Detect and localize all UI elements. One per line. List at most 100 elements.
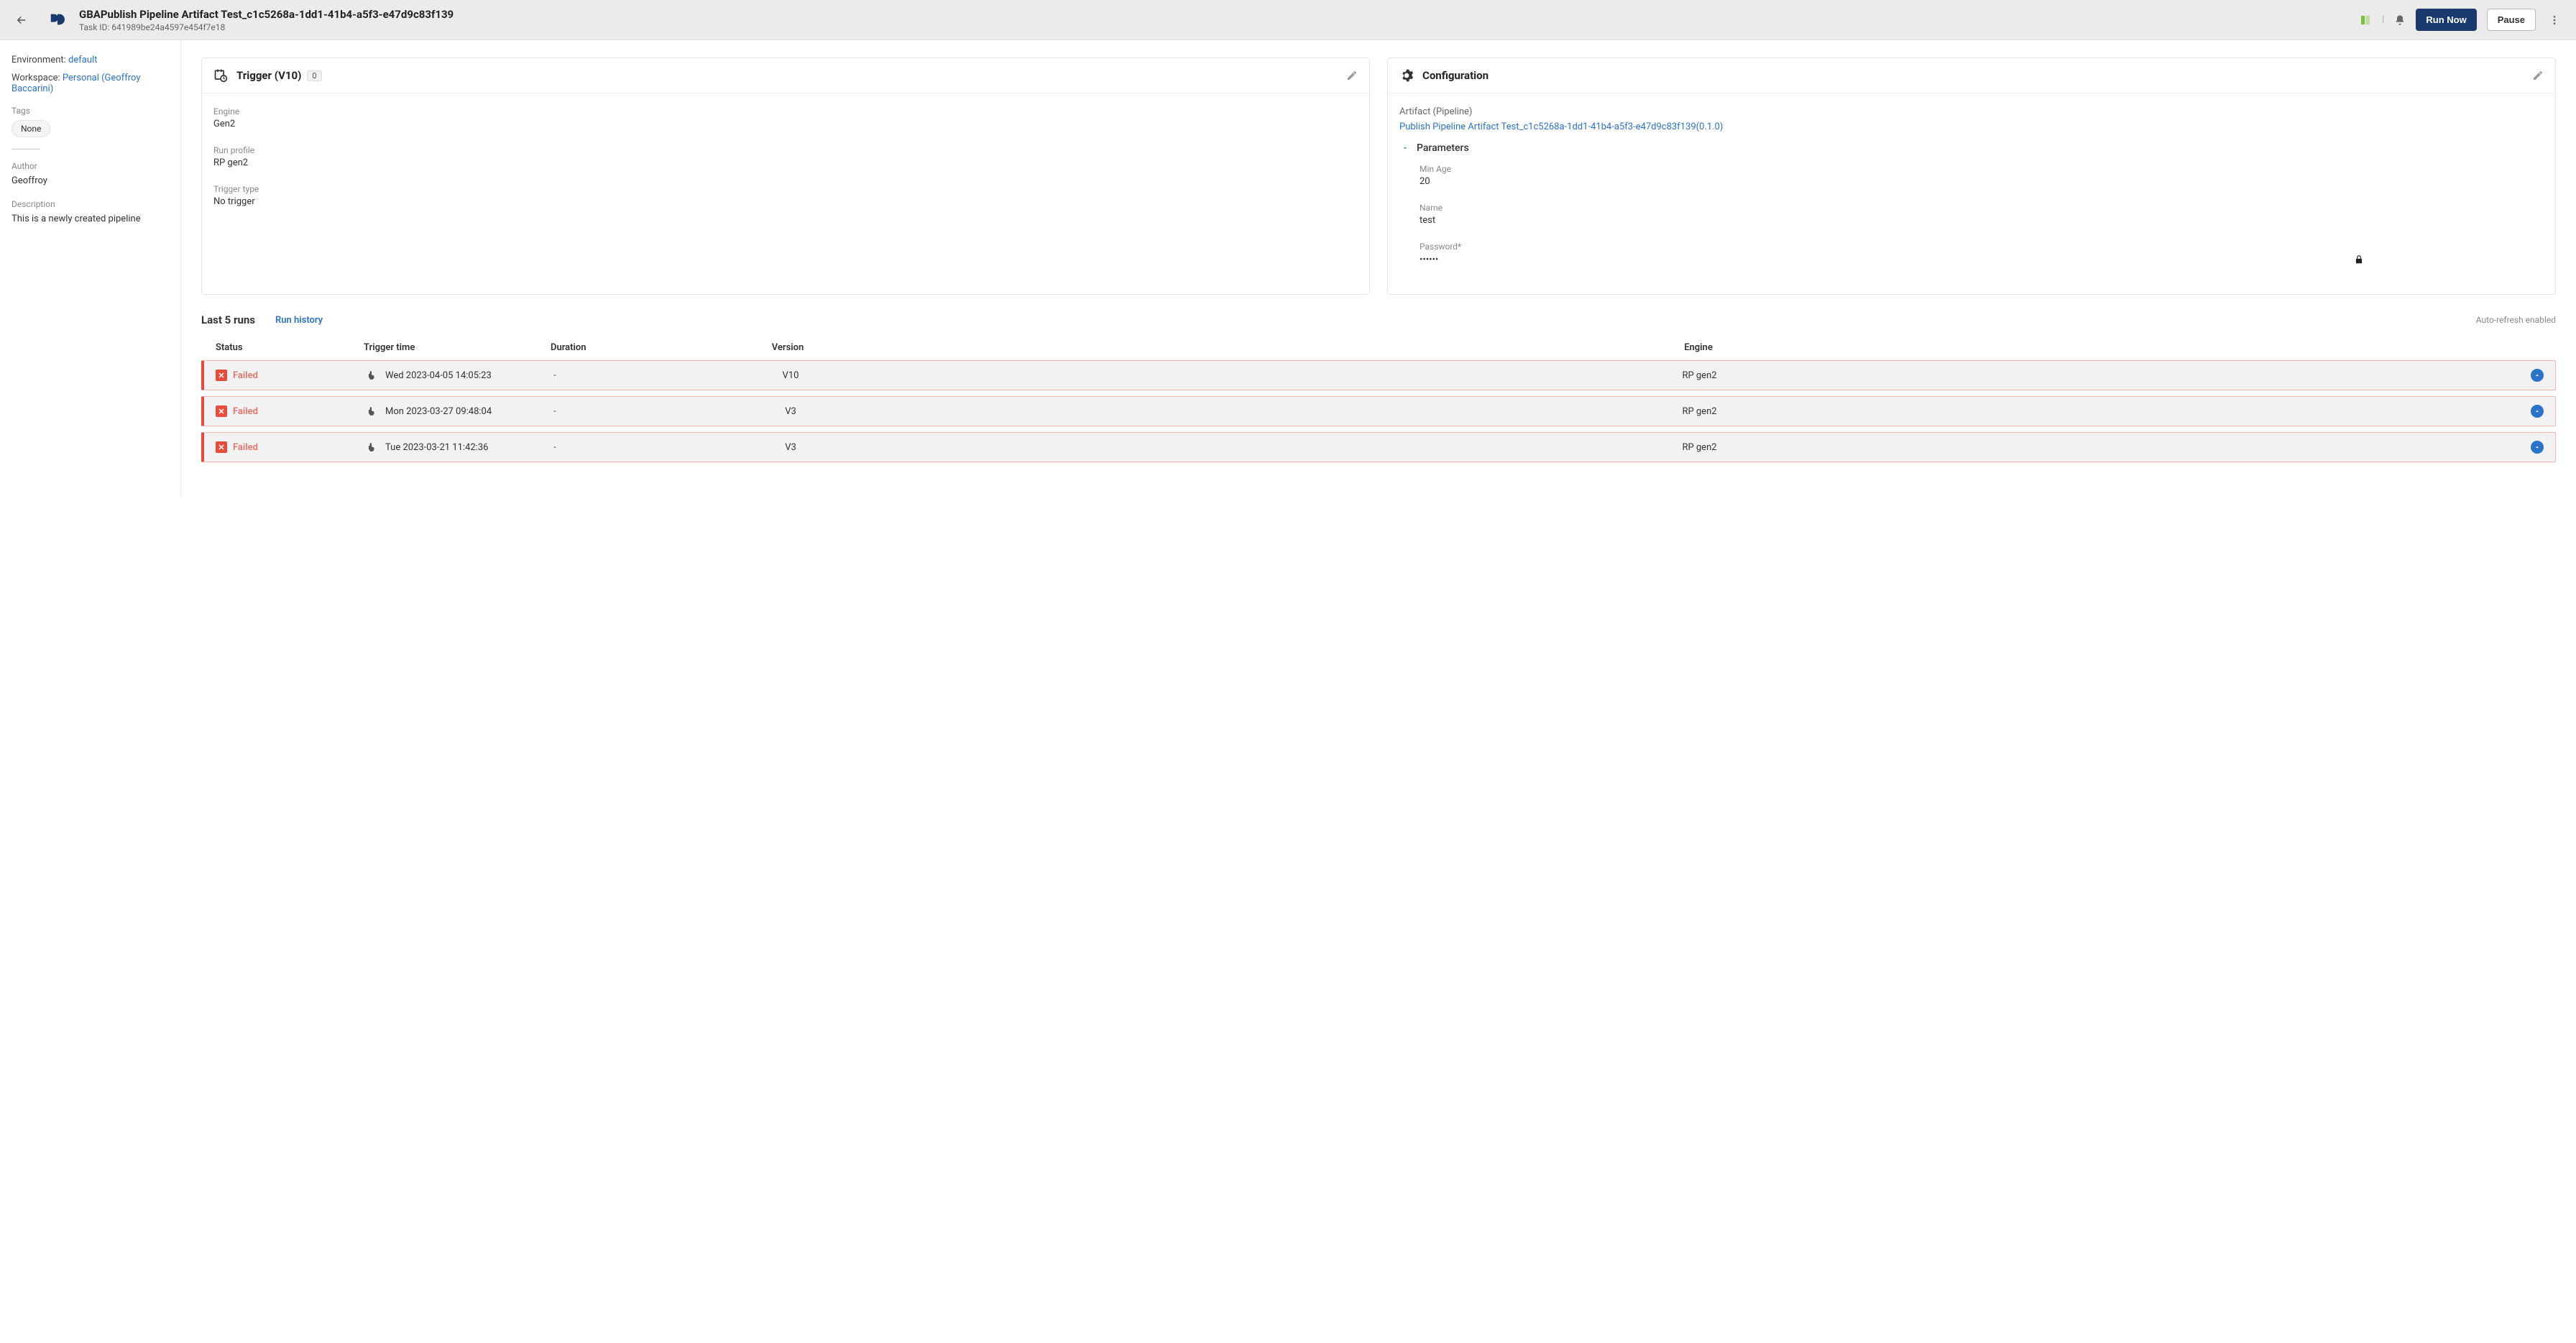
description-label: Description — [12, 199, 169, 209]
run-duration: - — [553, 442, 697, 453]
pause-button[interactable]: Pause — [2487, 9, 2536, 31]
manual-trigger-icon — [367, 368, 378, 382]
lock-icon — [2354, 254, 2364, 265]
author-value: Geoffroy — [12, 175, 169, 186]
run-row[interactable]: ✕ Failed Mon 2023-03-27 09:48:04 - V3 RP… — [201, 396, 2556, 426]
artifact-link[interactable]: Publish Pipeline Artifact Test_c1c5268a-… — [1399, 122, 1723, 132]
parameters-toggle[interactable]: Parameters — [1399, 142, 2544, 154]
runs-header: Last 5 runs Run history Auto-refresh ena… — [201, 313, 2556, 326]
pencil-icon — [2532, 70, 2544, 81]
edit-config-button[interactable] — [2532, 70, 2544, 81]
bell-icon — [2394, 14, 2406, 26]
separator: | — [2382, 14, 2384, 25]
name-label: Name — [1420, 203, 2544, 213]
configuration-card: Configuration Artifact (Pipeline) Publis… — [1387, 58, 2556, 295]
run-profile-value: RP gen2 — [213, 157, 1358, 168]
run-status-label: Failed — [233, 406, 258, 417]
chevron-down-icon — [1399, 145, 1411, 152]
expand-row-button[interactable] — [2531, 441, 2544, 454]
password-value: •••••• — [1420, 255, 1438, 265]
name-value: test — [1420, 215, 2544, 226]
run-version: V3 — [697, 406, 884, 417]
trigger-type-label: Trigger type — [213, 184, 1358, 194]
config-card-title: Configuration — [1422, 69, 1489, 82]
run-status: ✕ Failed — [216, 370, 367, 381]
edit-trigger-button[interactable] — [1346, 70, 1358, 81]
calendar-clock-icon — [213, 68, 228, 83]
page-header: GBAPublish Pipeline Artifact Test_c1c526… — [0, 0, 2576, 40]
run-history-link[interactable]: Run history — [275, 315, 323, 326]
parameters-label: Parameters — [1417, 142, 1469, 154]
chevron-up-icon — [2534, 408, 2541, 415]
run-now-button[interactable]: Run Now — [2416, 9, 2476, 31]
environment-label: Environment: — [12, 55, 66, 65]
run-row[interactable]: ✕ Failed Wed 2023-04-05 14:05:23 - V10 R… — [201, 360, 2556, 390]
password-label: Password* — [1420, 242, 2544, 252]
gear-icon — [1399, 68, 1414, 83]
notifications-button[interactable] — [2394, 14, 2406, 26]
status-indicator-icon — [2359, 14, 2372, 27]
divider — [12, 149, 40, 150]
failed-icon: ✕ — [216, 405, 227, 417]
col-status: Status — [213, 342, 364, 353]
tags-label: Tags — [12, 106, 169, 116]
chevron-up-icon — [2534, 444, 2541, 451]
failed-icon: ✕ — [216, 370, 227, 381]
page-title: GBAPublish Pipeline Artifact Test_c1c526… — [79, 8, 2359, 21]
run-engine: RP gen2 — [884, 406, 2515, 417]
tag-chip: None — [12, 120, 50, 137]
col-trigger: Trigger time — [364, 342, 551, 353]
expand-row-button[interactable] — [2531, 405, 2544, 418]
manual-trigger-icon — [367, 404, 378, 418]
arrow-left-icon — [15, 14, 28, 27]
run-status: ✕ Failed — [216, 405, 367, 417]
pencil-icon — [1346, 70, 1358, 81]
author-label: Author — [12, 161, 169, 171]
main-content: Trigger (V10) 0 Engine Gen2 Run profile … — [181, 40, 2576, 497]
run-trigger-time: Tue 2023-03-21 11:42:36 — [367, 440, 553, 454]
more-menu-button[interactable] — [2546, 14, 2563, 26]
run-status-label: Failed — [233, 370, 258, 381]
runs-title: Last 5 runs — [201, 313, 255, 326]
run-version: V3 — [697, 442, 884, 453]
trigger-card-title: Trigger (V10) — [236, 69, 301, 82]
artifact-label: Artifact (Pipeline) — [1399, 106, 2544, 117]
expand-row-button[interactable] — [2531, 369, 2544, 382]
app-logo-icon — [49, 12, 66, 29]
run-status-label: Failed — [233, 442, 258, 453]
environment-link[interactable]: default — [68, 55, 97, 65]
trigger-type-value: No trigger — [213, 196, 1358, 207]
run-profile-label: Run profile — [213, 145, 1358, 155]
runs-table: Status Trigger time Duration Version Eng… — [201, 335, 2556, 462]
trigger-card: Trigger (V10) 0 Engine Gen2 Run profile … — [201, 58, 1370, 295]
engine-value: Gen2 — [213, 119, 1358, 129]
run-version: V10 — [697, 370, 884, 381]
manual-trigger-icon — [367, 440, 378, 454]
trigger-badge: 0 — [307, 70, 321, 81]
sidebar: Environment: default Workspace: Personal… — [0, 40, 181, 497]
header-titles: GBAPublish Pipeline Artifact Test_c1c526… — [79, 8, 2359, 32]
col-duration: Duration — [551, 342, 694, 353]
col-engine: Engine — [881, 342, 2516, 353]
run-duration: - — [553, 370, 697, 381]
run-engine: RP gen2 — [884, 442, 2515, 453]
runs-header-row: Status Trigger time Duration Version Eng… — [201, 335, 2556, 360]
run-status: ✕ Failed — [216, 441, 367, 453]
run-engine: RP gen2 — [884, 370, 2515, 381]
more-vertical-icon — [2549, 14, 2560, 26]
col-version: Version — [694, 342, 881, 353]
engine-label: Engine — [213, 106, 1358, 116]
back-button[interactable] — [13, 12, 30, 29]
run-trigger-time: Wed 2023-04-05 14:05:23 — [367, 368, 553, 382]
chevron-up-icon — [2534, 372, 2541, 379]
task-id-label: Task ID: 641989be24a4597e454f7e18 — [79, 22, 2359, 32]
min-age-value: 20 — [1420, 176, 2544, 187]
run-trigger-time: Mon 2023-03-27 09:48:04 — [367, 404, 553, 418]
run-row[interactable]: ✕ Failed Tue 2023-03-21 11:42:36 - V3 RP… — [201, 432, 2556, 462]
run-duration: - — [553, 406, 697, 417]
auto-refresh-label: Auto-refresh enabled — [2476, 315, 2556, 325]
description-value: This is a newly created pipeline — [12, 214, 169, 224]
failed-icon: ✕ — [216, 441, 227, 453]
workspace-label: Workspace: — [12, 73, 60, 83]
min-age-label: Min Age — [1420, 164, 2544, 174]
